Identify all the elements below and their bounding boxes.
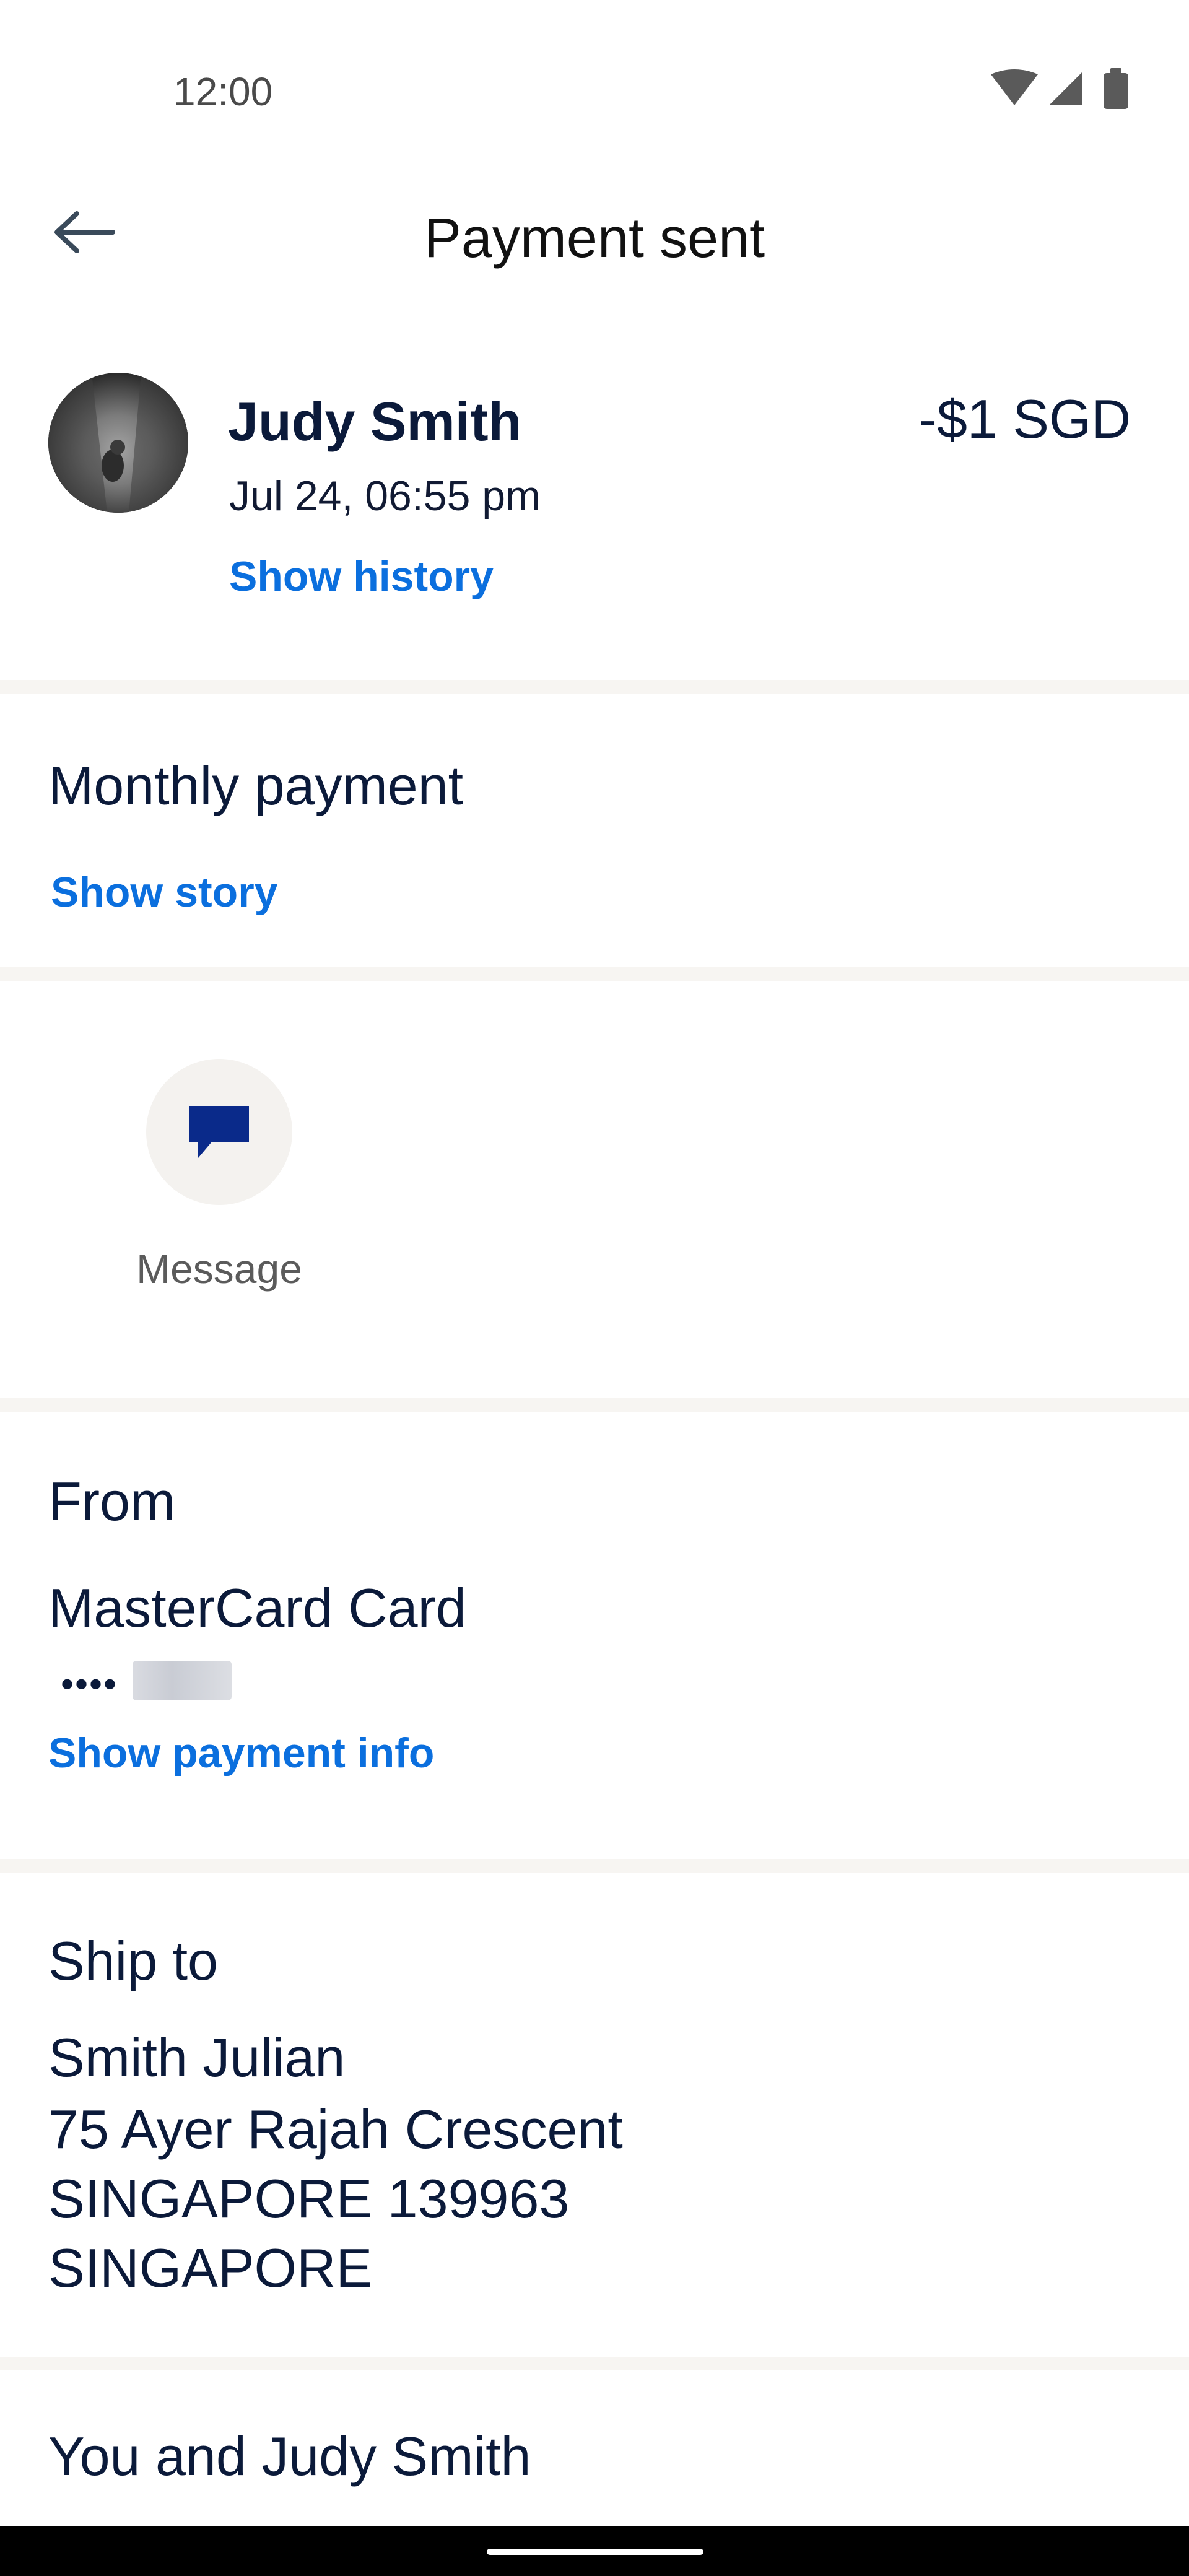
payment-amount: -$1 SGD [918, 388, 1131, 450]
address-line: 75 Ayer Rajah Crescent [48, 2099, 623, 2160]
show-history-link[interactable]: Show history [229, 549, 494, 604]
payment-date: Jul 24, 06:55 pm [229, 472, 541, 520]
message-button[interactable] [146, 1059, 292, 1205]
section-divider [0, 1398, 1189, 1412]
avatar-photo [48, 373, 188, 513]
status-time: 12:00 [173, 69, 273, 114]
address-line: Smith Julian [48, 2027, 346, 2088]
show-payment-info-link[interactable]: Show payment info [48, 1725, 434, 1781]
you-and-section-title: You and Judy Smith [48, 2426, 531, 2487]
from-heading: From [48, 1471, 176, 1532]
section-divider [0, 2357, 1189, 2370]
section-divider [0, 967, 1189, 981]
page-title: Payment sent [424, 207, 765, 269]
avatar[interactable] [48, 373, 188, 513]
card-name: MasterCard Card [48, 1577, 466, 1638]
message-icon [189, 1106, 249, 1158]
ship-to-heading: Ship to [48, 1930, 218, 1991]
card-number-redacted [133, 1661, 232, 1700]
battery-icon [1104, 68, 1128, 109]
card-number-mask: •••• [61, 1663, 118, 1705]
wifi-icon [991, 69, 1038, 105]
section-divider [0, 680, 1189, 694]
home-gesture-handle[interactable] [487, 2549, 703, 2555]
cell-signal-icon [1049, 72, 1082, 105]
show-story-link[interactable]: Show story [51, 864, 278, 920]
message-label: Message [136, 1246, 302, 1292]
section-divider [0, 1859, 1189, 1873]
payee-name: Judy Smith [228, 391, 522, 452]
status-icons [991, 68, 1133, 111]
address-line: SINGAPORE [48, 2237, 373, 2299]
address-line: SINGAPORE 139963 [48, 2168, 570, 2229]
payment-note: Monthly payment [48, 755, 464, 816]
